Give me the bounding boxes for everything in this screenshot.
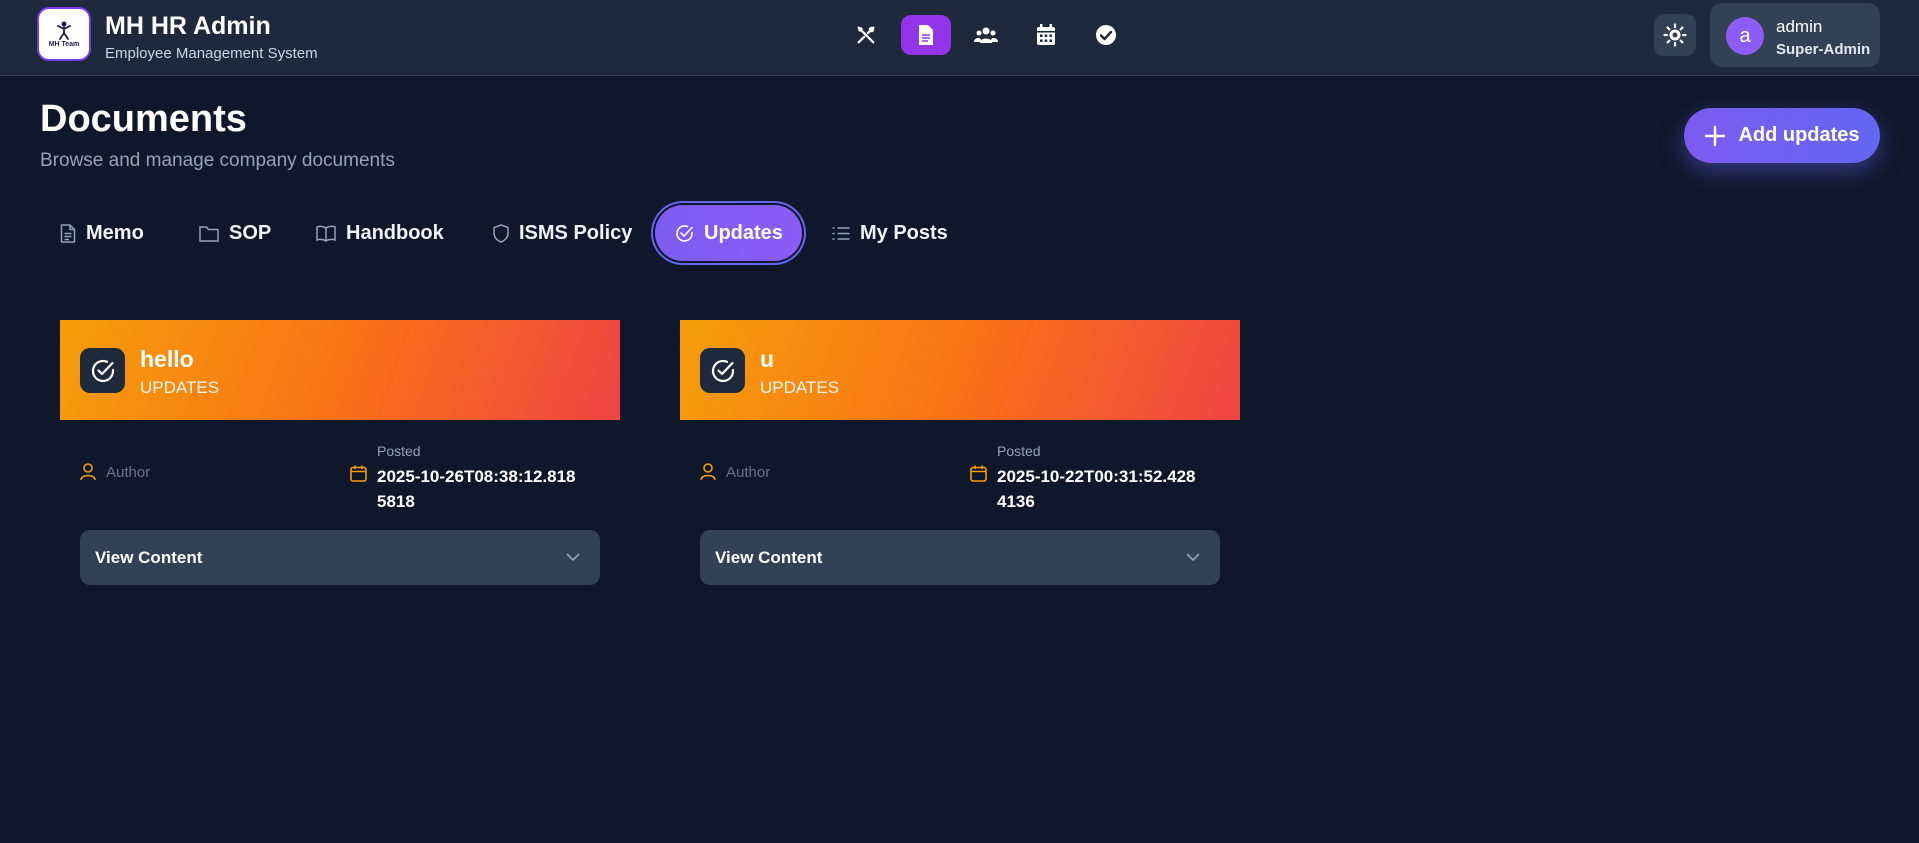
tab-updates[interactable]: Updates — [655, 205, 802, 261]
view-content-label: View Content — [95, 547, 203, 567]
nav-calendar[interactable] — [1021, 15, 1071, 55]
tab-sop-label: SOP — [229, 221, 272, 244]
folder-icon — [199, 225, 219, 242]
book-icon — [316, 225, 336, 242]
posted-label: Posted — [377, 443, 421, 459]
check-circle-icon — [1096, 25, 1116, 45]
update-card: u UPDATES Author Posted 2025-10-22T00:31… — [680, 320, 1240, 590]
add-updates-button[interactable]: Add updates — [1684, 108, 1880, 163]
view-content-toggle[interactable]: View Content — [700, 530, 1220, 585]
file-icon — [60, 223, 76, 243]
card-author: Author — [700, 463, 770, 481]
nav-tools[interactable] — [841, 15, 891, 55]
document-icon — [919, 25, 933, 45]
chevron-down-icon — [566, 553, 580, 562]
card-icon — [80, 348, 125, 393]
app-title: MH HR Admin — [105, 12, 271, 40]
tab-handbook[interactable]: Handbook — [316, 205, 444, 261]
sun-icon — [1663, 23, 1687, 47]
tab-sop[interactable]: SOP — [199, 205, 271, 261]
card-icon — [700, 348, 745, 393]
tab-isms-policy[interactable]: ISMS Policy — [493, 205, 632, 261]
card-title: u — [760, 346, 775, 372]
avatar: a — [1726, 17, 1764, 55]
user-name: admin — [1776, 17, 1823, 36]
tab-memo[interactable]: Memo — [60, 205, 144, 261]
posted-date: 2025-10-22T00:31:52.4284136 — [997, 467, 1196, 511]
user-menu[interactable]: a admin Super-Admin — [1710, 3, 1880, 67]
view-content-label: View Content — [715, 547, 823, 567]
add-updates-label: Add updates — [1738, 124, 1860, 146]
tab-isms-policy-label: ISMS Policy — [519, 221, 633, 244]
check-circle-icon — [676, 224, 693, 242]
logo-figure-icon — [57, 21, 71, 40]
tab-my-posts-label: My Posts — [860, 221, 948, 244]
posted-label: Posted — [997, 443, 1041, 459]
calendar-icon — [350, 465, 367, 482]
nav-approvals[interactable] — [1081, 15, 1131, 55]
page-subtitle: Browse and manage company documents — [40, 150, 395, 171]
tab-updates-label: Updates — [704, 221, 783, 244]
card-title: hello — [140, 346, 194, 372]
tab-my-posts[interactable]: My Posts — [832, 205, 948, 261]
tab-handbook-label: Handbook — [346, 221, 444, 244]
list-icon — [832, 226, 850, 240]
user-icon — [700, 463, 716, 481]
author-label: Author — [106, 463, 151, 481]
users-icon — [974, 27, 998, 43]
app-logo[interactable]: MH Team — [37, 7, 91, 61]
user-icon — [80, 463, 96, 481]
card-author: Author — [80, 463, 150, 481]
page-title: Documents — [40, 98, 247, 140]
nav-users[interactable] — [961, 15, 1011, 55]
card-category: UPDATES — [140, 378, 220, 397]
tab-memo-label: Memo — [86, 221, 144, 244]
nav-documents[interactable] — [901, 15, 951, 55]
tools-icon — [857, 26, 875, 44]
theme-toggle-button[interactable] — [1654, 14, 1696, 56]
posted-date: 2025-10-26T08:38:12.8185818 — [377, 467, 576, 511]
user-role: Super-Admin — [1776, 41, 1871, 58]
app-subtitle: Employee Management System — [105, 45, 318, 62]
logo-text: MH Team — [48, 41, 80, 48]
card-category: UPDATES — [760, 378, 840, 397]
check-circle-icon — [711, 359, 734, 382]
calendar-icon — [1037, 24, 1055, 45]
view-content-toggle[interactable]: View Content — [80, 530, 600, 585]
chevron-down-icon — [1186, 553, 1200, 562]
check-circle-icon — [91, 359, 114, 382]
shield-icon — [493, 223, 509, 243]
update-card: hello UPDATES Author Posted 2025-10-26T0… — [60, 320, 620, 590]
plus-icon — [1705, 125, 1726, 146]
card-header: hello UPDATES — [60, 320, 620, 420]
author-label: Author — [726, 463, 771, 481]
card-header: u UPDATES — [680, 320, 1240, 420]
top-bar: MH Team MH HR Admin Employee Management … — [0, 0, 1919, 76]
calendar-icon — [970, 465, 987, 482]
